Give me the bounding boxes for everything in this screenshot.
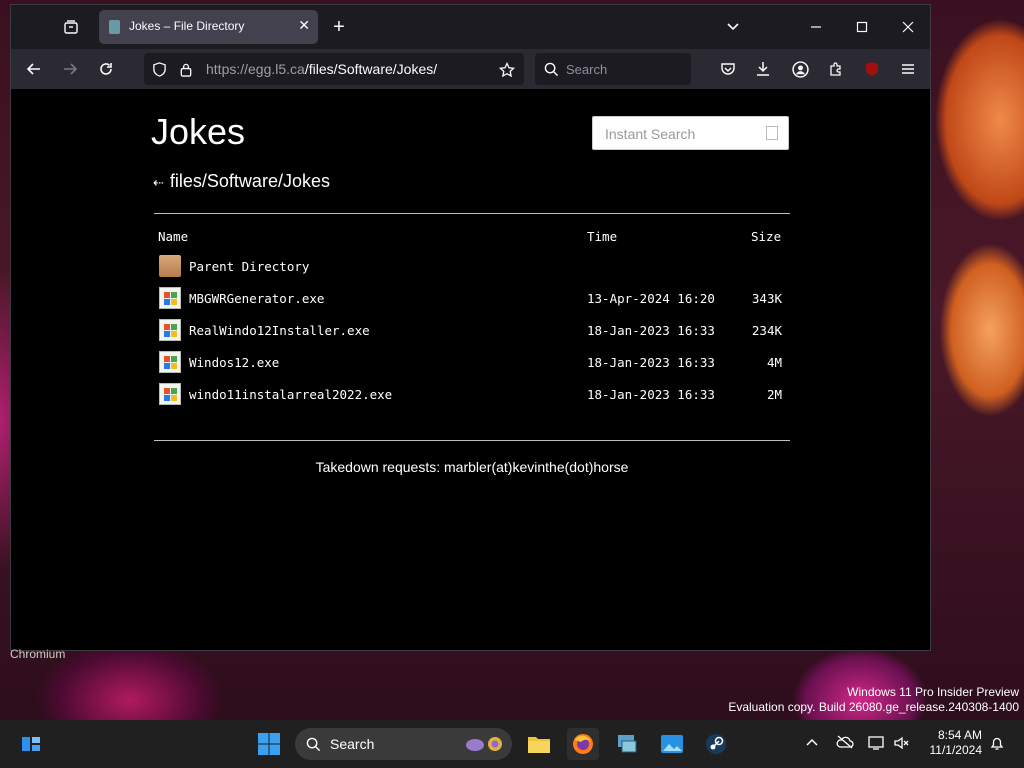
- tab-manager-icon[interactable]: [61, 17, 81, 37]
- firefox-icon[interactable]: [567, 728, 599, 760]
- folder-icon: [159, 255, 181, 277]
- url-host: https://egg.l5.ca: [206, 61, 305, 77]
- watermark-line-2: Evaluation copy. Build 26080.ge_release.…: [728, 700, 1019, 714]
- clock-time: 8:54 AM: [937, 728, 982, 742]
- file-size: 2M: [766, 387, 782, 402]
- web-search-field[interactable]: Search: [535, 53, 691, 85]
- instant-search-input[interactable]: Instant Search: [592, 116, 789, 150]
- search-box-icon: [766, 126, 778, 140]
- exe-icon: [159, 351, 181, 373]
- table-row[interactable]: MBGWRGenerator.exe 13-Apr-2024 16:20 343…: [154, 284, 790, 314]
- file-size: 4M: [766, 355, 782, 370]
- tracking-shield-icon[interactable]: [151, 61, 167, 77]
- divider-top: [154, 213, 790, 214]
- list-tabs-chevron-down-icon[interactable]: [723, 17, 743, 37]
- pocket-icon[interactable]: [718, 59, 738, 79]
- ublock-origin-icon[interactable]: [862, 59, 882, 79]
- breadcrumb[interactable]: ⇠ files/Software/Jokes: [153, 171, 330, 192]
- file-size: 343K: [751, 291, 782, 306]
- new-tab-icon[interactable]: +: [329, 16, 349, 38]
- taskbar-search-icon: [305, 736, 321, 752]
- start-windows-icon[interactable]: [253, 728, 285, 760]
- app-menu-icon[interactable]: [898, 59, 918, 79]
- chromium-desktop-label[interactable]: Chromium: [10, 647, 65, 661]
- divider-bottom: [154, 440, 790, 441]
- table-row[interactable]: Windos12.exe 18-Jan-2023 16:33 4M: [154, 348, 790, 378]
- file-name[interactable]: Windos12.exe: [189, 355, 279, 370]
- extensions-icon[interactable]: [826, 59, 846, 79]
- address-bar[interactable]: https://egg.l5.ca/files/Software/Jokes/: [144, 53, 524, 85]
- onedrive-offline-icon[interactable]: [836, 735, 854, 752]
- browser-window: Jokes – File Directory ✕ + https://egg.l…: [10, 4, 931, 651]
- page-favicon-icon: [109, 20, 120, 34]
- page-content: Jokes Instant Search ⇠ files/Software/Jok…: [11, 89, 930, 650]
- forward-icon[interactable]: [60, 59, 80, 79]
- takedown-footer: Takedown requests: marbler(at)kevinthe(d…: [315, 459, 629, 475]
- file-name[interactable]: RealWindo12Installer.exe: [189, 323, 370, 338]
- tab-jokes[interactable]: Jokes – File Directory ✕: [99, 10, 318, 44]
- table-row[interactable]: RealWindo12Installer.exe 18-Jan-2023 16:…: [154, 316, 790, 346]
- system-clock[interactable]: 8:54 AM 11/1/2024: [930, 728, 983, 758]
- file-time: 13-Apr-2024 16:20: [587, 291, 715, 306]
- url-text: https://egg.l5.ca/files/Software/Jokes/: [206, 61, 437, 77]
- table-row[interactable]: windo11instalarreal2022.exe 18-Jan-2023 …: [154, 380, 790, 410]
- nav-bar: https://egg.l5.ca/files/Software/Jokes/ …: [11, 49, 930, 89]
- account-icon[interactable]: [790, 59, 810, 79]
- file-time: 18-Jan-2023 16:33: [587, 387, 715, 402]
- photos-icon[interactable]: [656, 728, 688, 760]
- file-time: 18-Jan-2023 16:33: [587, 323, 715, 338]
- column-header-size[interactable]: Size: [751, 229, 781, 244]
- clock-date: 11/1/2024: [929, 743, 983, 757]
- bookmark-star-icon[interactable]: [498, 61, 516, 79]
- notifications-bell-icon[interactable]: [989, 735, 1005, 754]
- search-highlight-icon: [463, 732, 507, 756]
- column-header-time[interactable]: Time: [587, 229, 617, 244]
- url-path: /files/Software/Jokes/: [304, 61, 438, 77]
- tab-bar: Jokes – File Directory ✕ +: [11, 5, 930, 49]
- taskbar: Search 8:54 AM 11/1/2024: [0, 720, 1024, 768]
- steam-icon[interactable]: [700, 728, 732, 760]
- volume-muted-icon[interactable]: [893, 735, 909, 754]
- watermark-line-1: Windows 11 Pro Insider Preview: [847, 685, 1019, 699]
- column-header-name[interactable]: Name: [158, 229, 188, 244]
- file-size: 234K: [751, 323, 782, 338]
- taskbar-search-box[interactable]: Search: [295, 728, 512, 760]
- lock-icon[interactable]: [178, 61, 194, 77]
- search-icon: [543, 61, 559, 77]
- file-explorer-icon[interactable]: [523, 728, 555, 760]
- exe-icon: [159, 383, 181, 405]
- back-arrow-icon: ⇠: [153, 175, 164, 190]
- file-name[interactable]: Parent Directory: [189, 259, 309, 274]
- close-window-icon[interactable]: [898, 17, 918, 37]
- page-title: Jokes: [151, 111, 246, 152]
- instant-search-placeholder: Instant Search: [605, 126, 696, 142]
- network-icon[interactable]: [868, 735, 886, 754]
- web-search-placeholder: Search: [566, 62, 608, 77]
- close-tab-icon[interactable]: ✕: [298, 17, 310, 34]
- network-app-icon[interactable]: [611, 728, 643, 760]
- table-row[interactable]: Parent Directory: [154, 252, 790, 282]
- file-name[interactable]: windo11instalarreal2022.exe: [189, 387, 392, 402]
- breadcrumb-path: files/Software/Jokes: [169, 171, 330, 191]
- taskbar-search-label: Search: [330, 736, 375, 752]
- exe-icon: [159, 319, 181, 341]
- maximize-icon[interactable]: [852, 17, 872, 37]
- exe-icon: [159, 287, 181, 309]
- reload-icon[interactable]: [96, 59, 116, 79]
- windows-watermark: Windows 11 Pro Insider Preview Evaluatio…: [728, 685, 1019, 715]
- minimize-icon[interactable]: [806, 17, 826, 37]
- back-icon[interactable]: [24, 59, 44, 79]
- tab-title: Jokes – File Directory: [129, 19, 245, 33]
- file-time: 18-Jan-2023 16:33: [587, 355, 715, 370]
- widgets-icon[interactable]: [15, 728, 47, 760]
- downloads-icon[interactable]: [753, 59, 773, 79]
- file-name[interactable]: MBGWRGenerator.exe: [189, 291, 324, 306]
- show-hidden-icons-chevron-up-icon[interactable]: [805, 735, 819, 752]
